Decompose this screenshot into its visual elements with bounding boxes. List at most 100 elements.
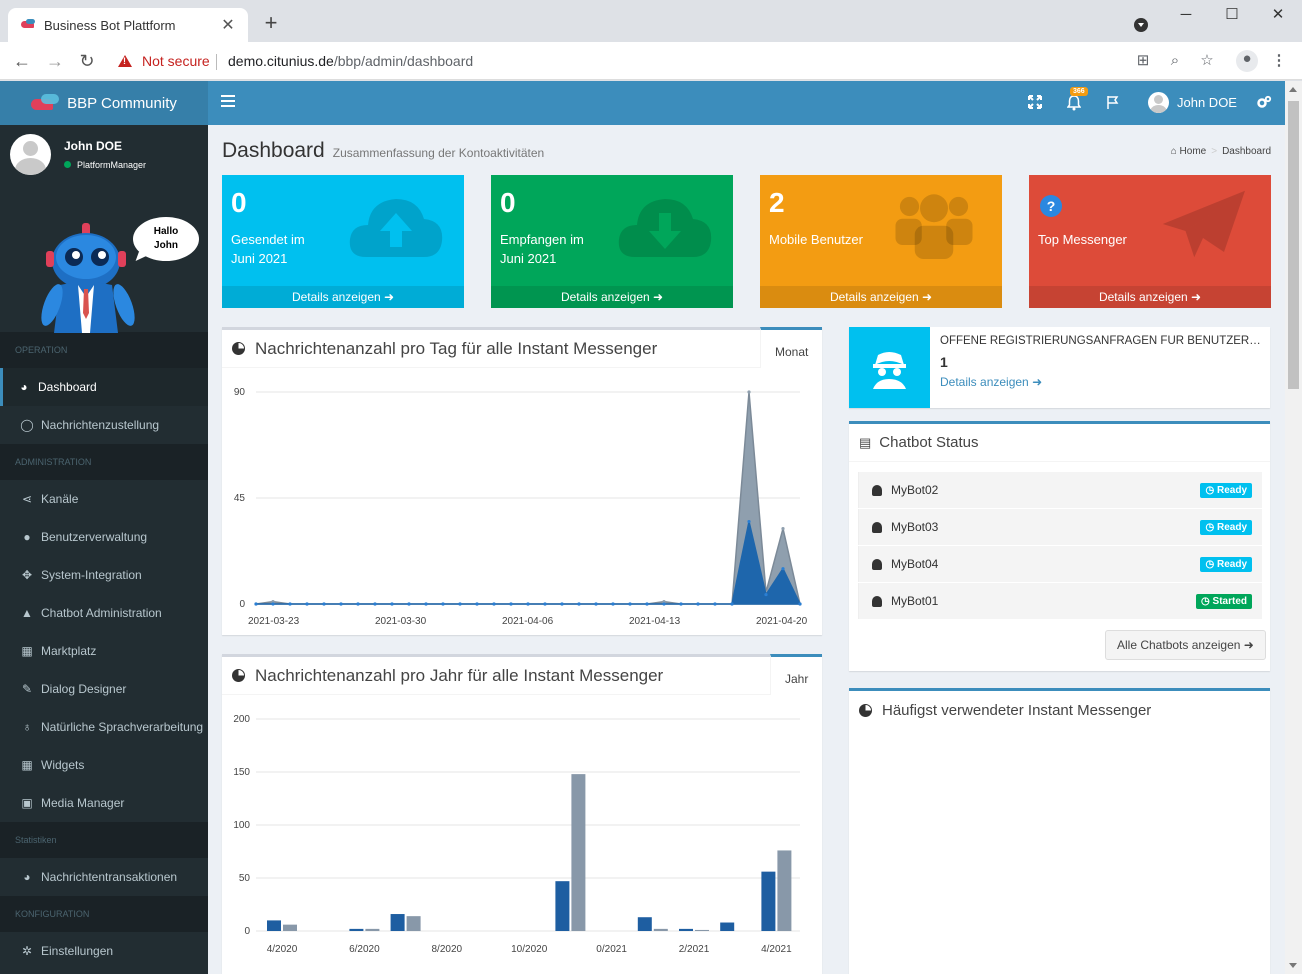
- scrollbar-thumb[interactable]: [1288, 101, 1299, 389]
- list-item[interactable]: MyBot01 ◷ Started: [858, 583, 1262, 619]
- sidebar-item-kanaele[interactable]: ⋖ Kanäle: [0, 480, 208, 518]
- sidebar-item-nachrichtentransaktionen[interactable]: ◕ Nachrichtentransaktionen: [0, 858, 208, 896]
- translate-icon[interactable]: ⊞: [1134, 52, 1152, 70]
- close-window-button[interactable]: ✕: [1255, 0, 1301, 32]
- divider: [216, 54, 217, 70]
- sidebar-item-einstellungen[interactable]: ✲ Einstellungen: [0, 932, 208, 970]
- data-point: [798, 602, 802, 606]
- sidebar-toggle-icon[interactable]: [221, 95, 235, 107]
- logo[interactable]: BBP Community: [0, 81, 208, 125]
- scroll-up-icon[interactable]: [1289, 87, 1297, 92]
- data-point: [373, 602, 377, 606]
- stat-details-link[interactable]: Details anzeigen ➜: [491, 286, 733, 308]
- daily-area-chart: 0 45 90 2021-03-23 2021-03-30 2021-04-06 2021-…: [234, 387, 808, 627]
- sidebar-item-label: Chatbot Administration: [41, 606, 162, 620]
- pie-chart-icon: [232, 669, 245, 682]
- stat-box-mobile-users: 2 Mobile Benutzer Details anzeigen ➜: [760, 175, 1002, 308]
- box-header: Nachrichtenanzahl pro Jahr für alle Inst…: [222, 657, 822, 695]
- bar: [555, 881, 570, 931]
- android-icon: ▲: [21, 606, 33, 620]
- top-messenger-box: Häufigst verwendeter Instant Messenger: [849, 688, 1270, 974]
- box-title: Häufigst verwendeter Instant Messenger: [882, 701, 1152, 719]
- x-tick-label: 2021-04-13: [629, 616, 681, 627]
- stat-box-top-messenger: ? Top Messenger Details anzeigen ➜: [1029, 175, 1271, 308]
- stat-details-link[interactable]: Details anzeigen ➜: [760, 286, 1002, 308]
- sidebar-item-chatbot-administration[interactable]: ▲ Chatbot Administration: [0, 594, 208, 632]
- flag-icon[interactable]: [1105, 95, 1121, 111]
- list-item[interactable]: MyBot02 ◷ Ready: [858, 472, 1262, 508]
- data-point: [424, 602, 428, 606]
- browser-menu-icon[interactable]: ⋮: [1270, 52, 1288, 70]
- browser-tab[interactable]: Business Bot Plattform ✕: [8, 8, 248, 42]
- user-menu[interactable]: John DOE: [1148, 92, 1237, 113]
- home-icon: ⌂: [1170, 146, 1180, 157]
- url-field[interactable]: demo.citunius.de/bbp/admin/dashboard: [228, 53, 473, 69]
- section-konfiguration: KONFIGURATION: [0, 896, 208, 932]
- bar: [283, 924, 297, 931]
- forward-button[interactable]: →: [44, 50, 66, 72]
- bar: [571, 774, 586, 931]
- y-tick-label: 90: [234, 387, 246, 398]
- sidebar-item-marktplatz[interactable]: ▦ Marktplatz: [0, 632, 208, 670]
- close-tab-icon[interactable]: ✕: [220, 15, 236, 35]
- sidebar-item-media-manager[interactable]: ▣ Media Manager: [0, 784, 208, 822]
- scroll-down-icon[interactable]: [1289, 963, 1297, 968]
- stat-box-received: 0 Empfangen im Juni 2021 Details anzeigen…: [491, 175, 733, 308]
- sidebar-item-label: Dialog Designer: [41, 682, 127, 696]
- breadcrumb-home[interactable]: Home: [1180, 146, 1207, 157]
- sidebar-item-label: Nachrichtenzustellung: [41, 418, 160, 432]
- sidebar-item-widgets[interactable]: ▦ Widgets: [0, 746, 208, 784]
- zoom-icon[interactable]: ⌕: [1166, 52, 1184, 70]
- info-count: 1: [940, 354, 948, 370]
- registration-requests-box: OFFENE REGISTRIERUNGSANFRAGEN FÜR BENUTZ…: [849, 327, 1270, 408]
- profile-menu-icon[interactable]: [1134, 18, 1148, 32]
- share-icon: ⋖: [21, 492, 33, 506]
- sidebar-item-dashboard[interactable]: ◕ Dashboard: [0, 368, 208, 406]
- lightbulb-icon: ♁: [22, 720, 32, 734]
- list-item[interactable]: MyBot04 ◷ Ready: [858, 546, 1262, 582]
- settings-gears-icon[interactable]: [1256, 95, 1272, 111]
- sidebar-item-dialog-designer[interactable]: ✎ Dialog Designer: [0, 670, 208, 708]
- data-point: [628, 602, 632, 606]
- x-tick-label: 2021-04-20: [756, 616, 808, 627]
- fullscreen-icon[interactable]: [1027, 95, 1043, 111]
- back-button[interactable]: ←: [11, 50, 33, 72]
- stat-details-link[interactable]: Details anzeigen ➜: [1029, 286, 1271, 308]
- sidebar-item-benutzerverwaltung[interactable]: ● Benutzerverwaltung: [0, 518, 208, 556]
- box-header: ▤ Chatbot Status: [849, 424, 1270, 462]
- bar: [720, 922, 735, 931]
- gear-icon: ✲: [21, 944, 33, 958]
- minimize-button[interactable]: ─: [1163, 0, 1209, 32]
- breadcrumb-separator: >: [1211, 146, 1218, 157]
- new-tab-button[interactable]: +: [260, 12, 282, 35]
- url-host: demo.citunius.de: [228, 53, 334, 69]
- sidebar-item-label: Natürliche Sprachverarbeitung: [41, 720, 204, 734]
- stat-details-link[interactable]: Details anzeigen ➜: [222, 286, 464, 308]
- reload-button[interactable]: ↻: [76, 50, 98, 72]
- user-panel: John DOE PlatformManager: [0, 125, 208, 183]
- sidebar-item-nachrichtenzustellung[interactable]: ◯ Nachrichtenzustellung: [0, 406, 208, 444]
- bookmark-star-icon[interactable]: ☆: [1198, 52, 1216, 70]
- sidebar: John DOE PlatformManager Hallo John OPER…: [0, 125, 208, 974]
- tab-monat[interactable]: Monat: [760, 327, 822, 368]
- account-icon[interactable]: ●: [1236, 50, 1258, 72]
- maximize-button[interactable]: ☐: [1209, 0, 1255, 32]
- notifications-bell-icon[interactable]: [1066, 95, 1082, 111]
- sidebar-item-label: Media Manager: [41, 796, 125, 810]
- data-point: [322, 602, 326, 606]
- tab-jahr[interactable]: Jahr: [770, 654, 822, 695]
- grid-icon: ▦: [21, 758, 33, 772]
- info-details-link[interactable]: Details anzeigen ➜: [940, 375, 1042, 389]
- x-tick-label: 4/2021: [761, 944, 792, 955]
- list-item[interactable]: MyBot03 ◷ Ready: [858, 509, 1262, 545]
- show-all-chatbots-button[interactable]: Alle Chatbots anzeigen ➜: [1105, 630, 1266, 660]
- page-scrollbar[interactable]: [1285, 81, 1302, 974]
- box-header: Häufigst verwendeter Instant Messenger: [849, 691, 1270, 729]
- wrench-icon: ✎: [21, 682, 33, 696]
- avatar: [10, 133, 51, 175]
- avatar: [1148, 92, 1169, 113]
- sidebar-item-system-integration[interactable]: ✥ System-Integration: [0, 556, 208, 594]
- security-indicator[interactable]: Not secure: [118, 53, 210, 69]
- sidebar-item-nlp[interactable]: ♁ Natürliche Sprachverarbeitung: [0, 708, 208, 746]
- bar: [653, 928, 668, 931]
